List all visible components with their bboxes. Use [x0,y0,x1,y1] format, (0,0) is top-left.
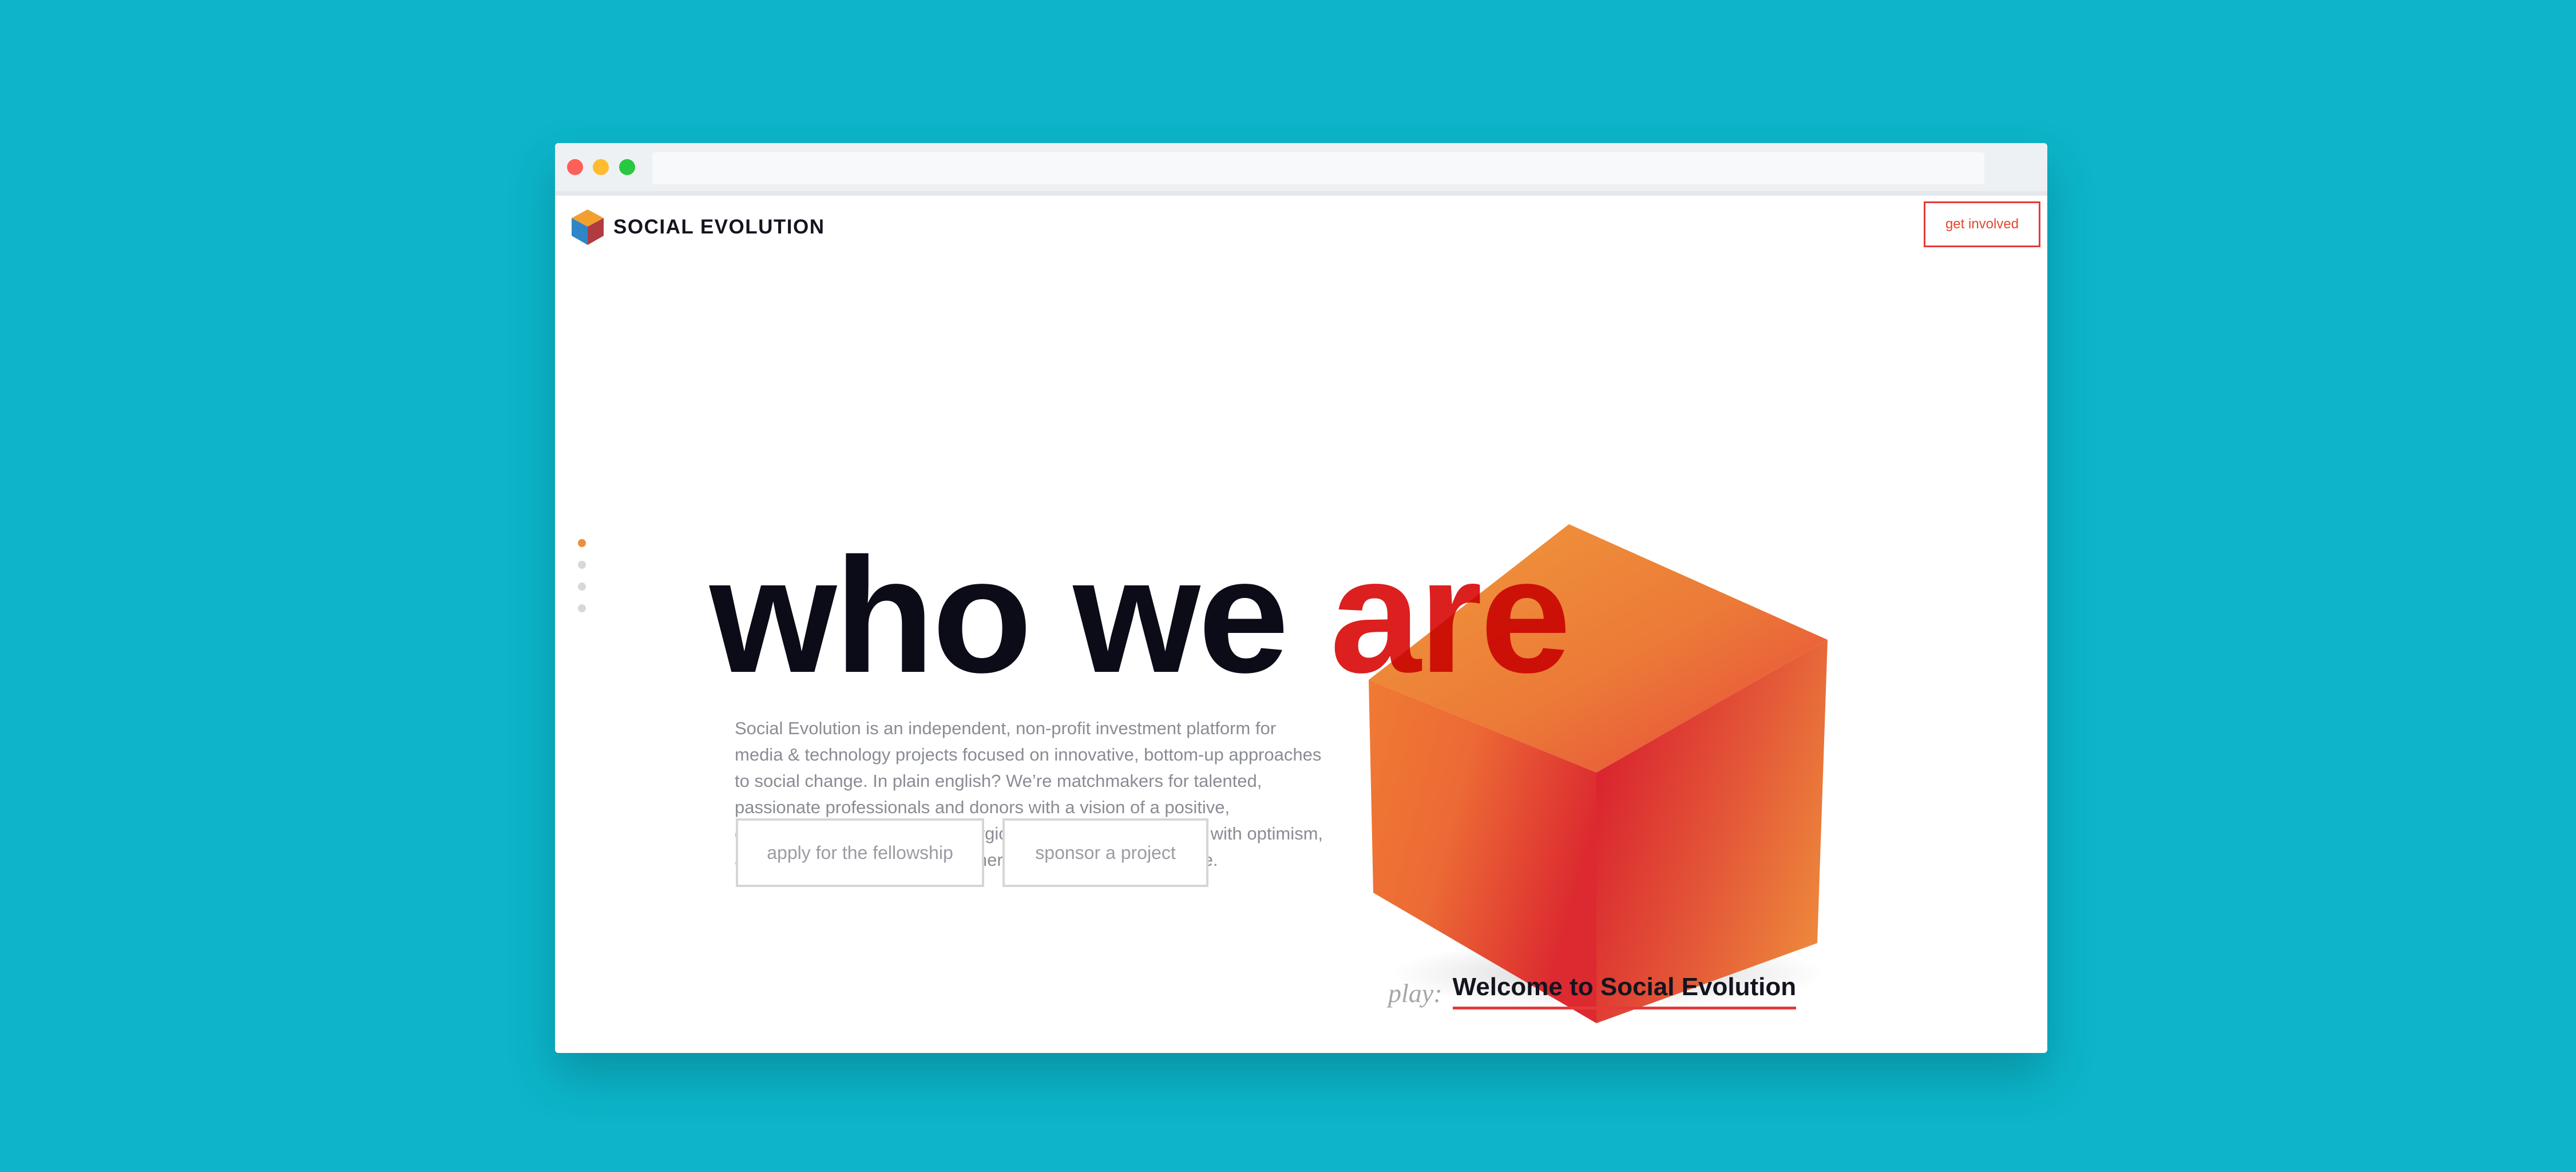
slide-dot[interactable] [578,604,586,612]
slide-dot[interactable] [578,539,586,547]
close-window-button[interactable] [567,159,583,175]
get-involved-button[interactable]: get involved [1924,201,2040,247]
slide-dot[interactable] [578,561,586,569]
slide-dot[interactable] [578,583,586,591]
play-video-link[interactable]: play: Welcome to Social Evolution [1388,969,1797,1009]
address-bar[interactable] [652,152,1984,184]
cube-logo-icon [572,209,604,245]
sponsor-project-button[interactable]: sponsor a project [1002,818,1208,887]
video-title[interactable]: Welcome to Social Evolution [1452,971,1797,1009]
browser-chrome [555,143,2047,196]
apply-fellowship-button[interactable]: apply for the fellowship [736,818,984,887]
headline-text: who we [710,524,1330,707]
hero-headline: who we are [710,533,1571,697]
brand-name: SOCIAL EVOLUTION [613,216,825,238]
site-logo[interactable]: SOCIAL EVOLUTION [570,207,825,247]
maximize-window-button[interactable] [619,159,635,175]
minimize-window-button[interactable] [593,159,609,175]
headline-accent-text: are [1330,524,1571,707]
play-label: play: [1388,979,1442,1008]
page-content: SOCIAL EVOLUTION get involved who we are… [555,196,2047,1053]
browser-window: SOCIAL EVOLUTION get involved who we are… [555,143,2047,1053]
